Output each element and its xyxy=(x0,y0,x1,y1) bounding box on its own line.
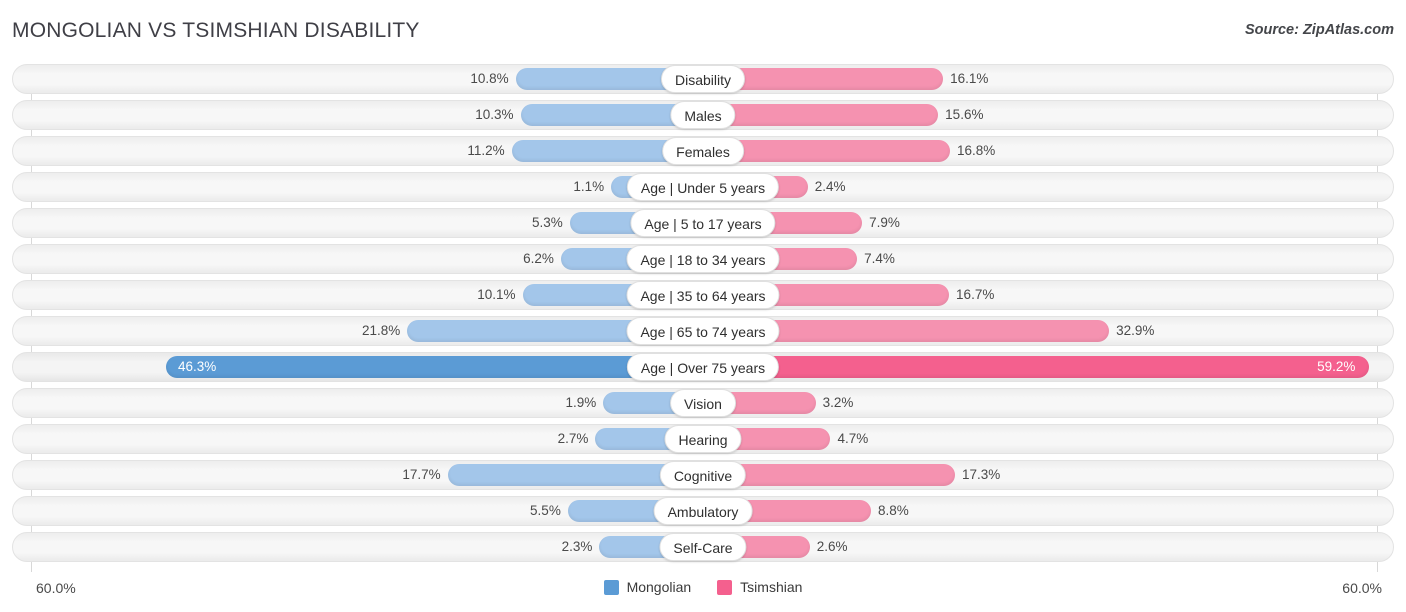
value-label-mongolian: 2.3% xyxy=(561,539,593,554)
chart-row[interactable]: 21.8% 32.9% Age | 65 to 74 years xyxy=(0,316,1406,346)
diverging-bar-chart: 10.8% 16.1% Disability 10.3% 15.6% Males 11.2%… xyxy=(0,64,1406,574)
page-title: MONGOLIAN VS TSIMSHIAN DISABILITY xyxy=(12,19,420,42)
chart-row[interactable]: 5.5% 8.8% Ambulatory xyxy=(0,496,1406,526)
row-category-label: Age | 65 to 74 years xyxy=(626,317,780,345)
value-label-tsimshian: 16.1% xyxy=(950,71,989,86)
value-label-tsimshian: 15.6% xyxy=(945,107,984,122)
row-category-label: Hearing xyxy=(664,425,742,453)
chart-row[interactable]: 5.3% 7.9% Age | 5 to 17 years xyxy=(0,208,1406,238)
legend-item-mongolian[interactable]: Mongolian xyxy=(603,579,692,595)
value-label-mongolian: 5.5% xyxy=(530,503,561,518)
value-label-tsimshian: 17.3% xyxy=(961,467,1001,482)
row-category-label: Age | Under 5 years xyxy=(626,173,780,201)
source-attribution: Source: ZipAtlas.com xyxy=(1244,22,1394,38)
chart-legend: Mongolian Tsimshian xyxy=(0,579,1406,595)
value-label-tsimshian: 7.4% xyxy=(864,251,895,266)
value-label-mongolian: 10.1% xyxy=(477,287,516,302)
chart-row[interactable]: 1.9% 3.2% Vision xyxy=(0,388,1406,418)
chart-row[interactable]: 10.3% 15.6% Males xyxy=(0,100,1406,130)
row-category-label: Females xyxy=(662,137,744,165)
chart-rows: 10.8% 16.1% Disability 10.3% 15.6% Males 11.2%… xyxy=(0,64,1406,568)
value-label-mongolian: 10.8% xyxy=(470,71,509,86)
row-category-label: Age | 35 to 64 years xyxy=(626,281,780,309)
row-category-label: Males xyxy=(670,101,736,129)
chart-row[interactable]: 1.1% 2.4% Age | Under 5 years xyxy=(0,172,1406,202)
value-label-tsimshian: 3.2% xyxy=(822,395,854,410)
chart-footer: 60.0% 60.0% Mongolian Tsimshian xyxy=(0,574,1406,612)
chart-row[interactable]: 46.3% 59.2% Age | Over 75 years xyxy=(0,352,1406,382)
value-label-tsimshian: 16.8% xyxy=(957,143,996,158)
chart-row[interactable]: 2.7% 4.7% Hearing xyxy=(0,424,1406,454)
value-label-mongolian: 17.7% xyxy=(402,467,441,482)
chart-row[interactable]: 10.8% 16.1% Disability xyxy=(0,64,1406,94)
row-category-label: Cognitive xyxy=(659,461,747,489)
value-label-mongolian: 5.3% xyxy=(532,215,563,230)
chart-row[interactable]: 10.1% 16.7% Age | 35 to 64 years xyxy=(0,280,1406,310)
value-label-tsimshian: 4.7% xyxy=(837,431,869,446)
value-label-mongolian: 2.7% xyxy=(557,431,589,446)
chart-row[interactable]: 11.2% 16.8% Females xyxy=(0,136,1406,166)
value-label-tsimshian: 32.9% xyxy=(1116,323,1155,338)
row-category-label: Self-Care xyxy=(659,533,747,561)
chart-row[interactable]: 6.2% 7.4% Age | 18 to 34 years xyxy=(0,244,1406,274)
value-label-mongolian: 21.8% xyxy=(362,323,401,338)
chart-header: MONGOLIAN VS TSIMSHIAN DISABILITY Source… xyxy=(0,0,1406,62)
value-label-tsimshian: 59.2% xyxy=(1317,359,1356,374)
row-category-label: Age | 18 to 34 years xyxy=(626,245,780,273)
bar-mongolian[interactable] xyxy=(165,356,703,378)
row-category-label: Disability xyxy=(660,65,746,93)
value-label-mongolian: 46.3% xyxy=(177,359,217,374)
legend-swatch-icon-mongolian xyxy=(603,579,619,595)
value-label-mongolian: 10.3% xyxy=(475,107,514,122)
legend-label-mongolian: Mongolian xyxy=(626,579,692,595)
value-label-tsimshian: 7.9% xyxy=(869,215,900,230)
bar-tsimshian[interactable] xyxy=(703,356,1370,378)
value-label-mongolian: 1.1% xyxy=(573,179,605,194)
row-category-label: Age | 5 to 17 years xyxy=(630,209,776,237)
chart-row[interactable]: 2.3% 2.6% Self-Care xyxy=(0,532,1406,562)
bar-tsimshian[interactable] xyxy=(703,104,939,126)
value-label-mongolian: 11.2% xyxy=(467,143,505,158)
legend-item-tsimshian[interactable]: Tsimshian xyxy=(717,579,802,595)
value-label-tsimshian: 2.6% xyxy=(816,539,848,554)
value-label-mongolian: 1.9% xyxy=(565,395,597,410)
value-label-tsimshian: 8.8% xyxy=(877,503,909,518)
legend-label-tsimshian: Tsimshian xyxy=(740,579,803,595)
legend-swatch-icon-tsimshian xyxy=(717,579,733,595)
value-label-tsimshian: 2.4% xyxy=(814,179,846,194)
row-category-label: Age | Over 75 years xyxy=(626,353,780,381)
value-label-mongolian: 6.2% xyxy=(523,251,554,266)
chart-row[interactable]: 17.7% 17.3% Cognitive xyxy=(0,460,1406,490)
row-category-label: Ambulatory xyxy=(653,497,753,525)
value-label-tsimshian: 16.7% xyxy=(956,287,995,302)
row-category-label: Vision xyxy=(670,389,736,417)
